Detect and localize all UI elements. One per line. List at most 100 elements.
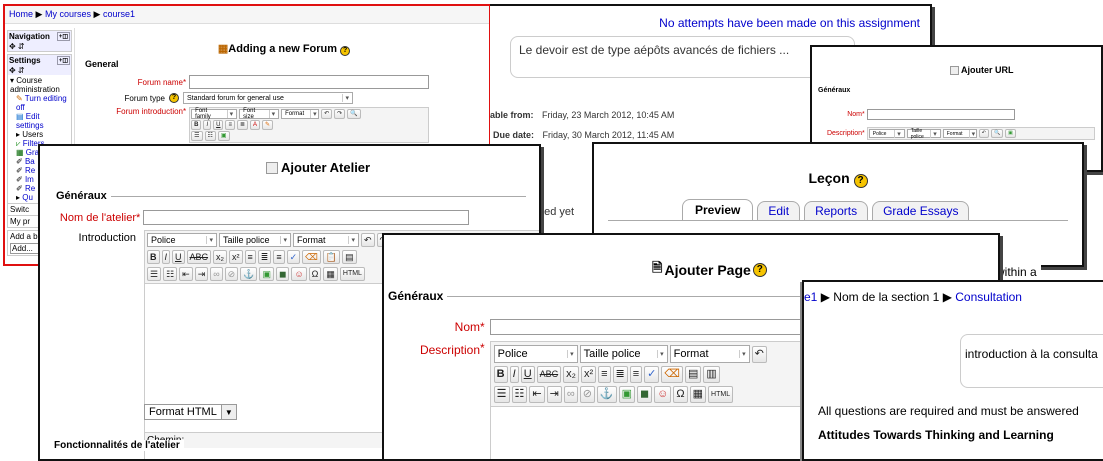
paste-word-icon[interactable]: ▥ — [703, 366, 720, 383]
link-icon[interactable]: ∞ — [210, 267, 223, 281]
numbered-list-icon[interactable]: ☷ — [163, 267, 178, 281]
subscript-icon[interactable]: x₂ — [213, 250, 228, 264]
emoticon-icon[interactable]: ☺ — [291, 267, 307, 281]
find-icon[interactable]: 🔍 — [347, 109, 361, 119]
media-icon[interactable]: ◼ — [637, 386, 653, 403]
superscript-icon[interactable]: x² — [229, 250, 243, 264]
breadcrumb-current[interactable]: Consultation — [955, 290, 1022, 304]
image-icon[interactable]: ▣ — [618, 386, 636, 403]
find-icon[interactable]: 🔍 — [990, 129, 1004, 138]
help-icon[interactable]: ? — [340, 46, 351, 56]
format-select[interactable]: Format ▾ — [942, 129, 977, 138]
underline-icon[interactable]: U — [172, 250, 185, 264]
eraser-icon[interactable]: ⌫ — [302, 250, 321, 264]
breadcrumb-course[interactable]: e1 — [804, 290, 817, 304]
underline-icon[interactable]: U — [520, 366, 535, 383]
block-collapse-icon[interactable]: +◫ — [56, 56, 70, 65]
breadcrumb-course[interactable]: course1 — [103, 9, 135, 19]
format-select[interactable]: Format ▾ — [669, 345, 750, 363]
paste-icon[interactable]: 📋 — [322, 250, 341, 264]
align-center-icon[interactable]: ≣ — [257, 250, 272, 264]
align-center-icon[interactable]: ≣ — [237, 120, 249, 130]
highlight-icon[interactable]: ✎ — [262, 120, 274, 130]
superscript-icon[interactable]: x² — [580, 366, 597, 383]
table-icon[interactable]: ▦ — [689, 386, 707, 403]
settings-users[interactable]: ▸ Users — [10, 130, 69, 139]
font-family-select[interactable]: Font family ▾ — [191, 108, 238, 120]
redo-icon[interactable]: ↷ — [334, 109, 346, 119]
font-size-select[interactable]: Taille police ▾ — [579, 345, 668, 363]
undo-icon[interactable]: ↶ — [751, 345, 767, 363]
numbered-list-icon[interactable]: ☷ — [511, 386, 528, 403]
special-char-icon[interactable]: Ω — [673, 386, 688, 403]
bullet-list-icon[interactable]: ☰ — [493, 386, 510, 403]
bold-icon[interactable]: B — [191, 120, 202, 130]
font-family-select[interactable]: Police ▾ — [868, 129, 905, 138]
unlink-icon[interactable]: ⊘ — [224, 267, 239, 281]
bullet-list-icon[interactable]: ☰ — [147, 267, 162, 281]
image-icon[interactable]: ▣ — [1005, 129, 1016, 138]
font-size-select[interactable]: Taille police ▾ — [219, 233, 291, 247]
indent-icon[interactable]: ⇥ — [546, 386, 562, 403]
italic-icon[interactable]: I — [203, 120, 212, 130]
block-move-icon[interactable]: ✥ ⇵ — [8, 66, 71, 75]
subscript-icon[interactable]: x₂ — [563, 366, 579, 383]
text-color-icon[interactable]: A — [250, 120, 261, 130]
tab-reports[interactable]: Reports — [804, 201, 869, 221]
special-char-icon[interactable]: Ω — [308, 267, 322, 281]
breadcrumb-my-courses[interactable]: My courses — [45, 9, 91, 19]
align-left-icon[interactable]: ≡ — [598, 366, 611, 383]
undo-icon[interactable]: ↶ — [321, 109, 333, 119]
format-select[interactable]: Format ▾ — [281, 109, 320, 119]
html-icon[interactable]: HTML — [339, 267, 365, 281]
eraser-icon[interactable]: ⌫ — [661, 366, 683, 383]
align-center-icon[interactable]: ≣ — [612, 366, 628, 383]
image-icon[interactable]: ▣ — [259, 267, 274, 281]
settings-edit[interactable]: ▤ Edit settings — [10, 112, 69, 130]
emoticon-icon[interactable]: ☺ — [654, 386, 672, 403]
forum-name-input[interactable] — [189, 75, 430, 89]
outdent-icon[interactable]: ⇤ — [179, 267, 193, 281]
help-icon[interactable]: ? — [169, 93, 179, 103]
media-icon[interactable]: ◼ — [275, 267, 290, 281]
paste-icon[interactable]: ▤ — [684, 366, 702, 383]
atelier-format-select[interactable]: Format HTML ▼ — [144, 404, 237, 420]
atelier-name-input[interactable] — [143, 210, 470, 225]
font-family-select[interactable]: Police ▾ — [147, 233, 217, 247]
block-collapse-icon[interactable]: +◫ — [56, 32, 70, 41]
breadcrumb-home[interactable]: Home — [9, 9, 33, 19]
anchor-icon[interactable]: ⚓ — [240, 267, 258, 281]
page-name-input[interactable] — [489, 319, 820, 335]
underline-icon[interactable]: U — [213, 120, 224, 130]
format-select[interactable]: Format ▾ — [293, 233, 359, 247]
help-icon[interactable]: ? — [752, 263, 767, 277]
clean-icon[interactable]: ✓ — [644, 366, 660, 383]
forum-type-select[interactable]: Standard forum for general use ▾ — [183, 92, 353, 104]
anchor-icon[interactable]: ⚓ — [596, 386, 617, 403]
table-icon[interactable]: ▦ — [323, 267, 338, 281]
undo-icon[interactable]: ↶ — [361, 233, 375, 247]
link-icon[interactable]: ∞ — [563, 386, 578, 403]
strikethrough-icon[interactable]: ABC — [186, 250, 212, 264]
tab-preview[interactable]: Preview — [682, 199, 754, 221]
align-left-icon[interactable]: ≡ — [244, 250, 256, 264]
no-attempts-link[interactable]: No attempts have been made on this assig… — [659, 16, 920, 30]
bold-icon[interactable]: B — [147, 250, 160, 264]
italic-icon[interactable]: I — [509, 366, 519, 383]
tab-edit[interactable]: Edit — [757, 201, 801, 221]
paste-word-icon[interactable]: ▤ — [342, 250, 357, 264]
font-size-select[interactable]: Font size ▾ — [239, 108, 280, 120]
numbered-list-icon[interactable]: ☷ — [204, 131, 216, 141]
indent-icon[interactable]: ⇥ — [194, 267, 209, 281]
align-right-icon[interactable]: ≡ — [273, 250, 285, 264]
html-icon[interactable]: HTML — [708, 386, 734, 403]
align-right-icon[interactable]: ≡ — [629, 366, 643, 383]
bold-icon[interactable]: B — [493, 366, 508, 383]
settings-course-admin[interactable]: ▾ Course administration — [10, 76, 69, 94]
italic-icon[interactable]: I — [161, 250, 171, 264]
unlink-icon[interactable]: ⊘ — [579, 386, 595, 403]
align-left-icon[interactable]: ≡ — [225, 120, 235, 130]
strikethrough-icon[interactable]: ABC — [536, 366, 562, 383]
bullet-list-icon[interactable]: ☰ — [191, 131, 203, 141]
breadcrumb-section[interactable]: Nom de la section 1 — [833, 290, 939, 304]
